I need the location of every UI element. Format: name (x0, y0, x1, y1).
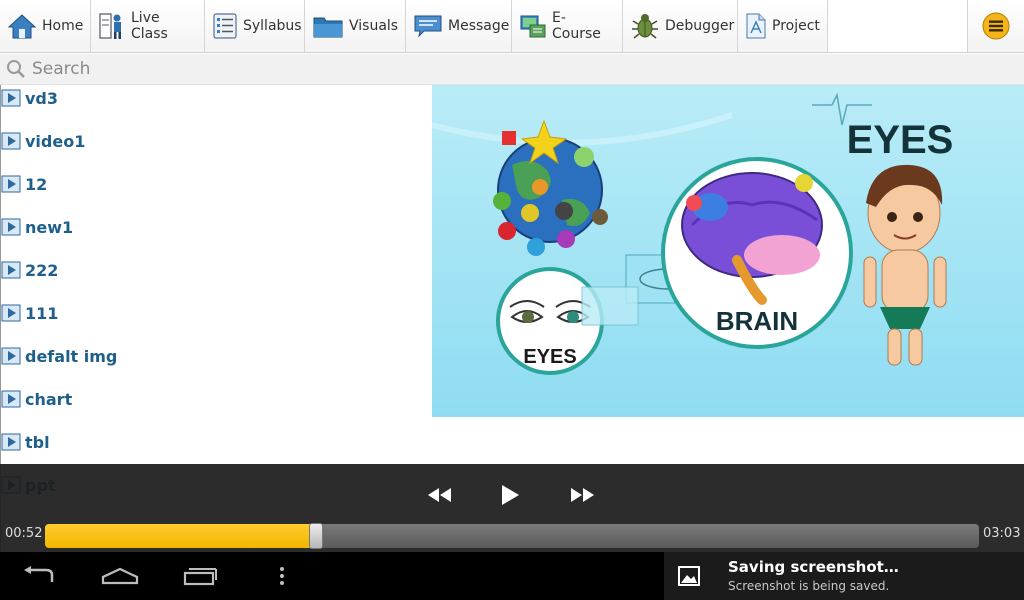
home-icon (8, 14, 36, 39)
toolbar-visuals-button[interactable]: Visuals (305, 0, 406, 52)
hamburger-icon (982, 12, 1010, 40)
toolbar-debugger-label: Debugger (665, 18, 735, 34)
elapsed-time: 00:52 (5, 526, 43, 541)
file-item[interactable]: 111 (1, 301, 58, 325)
toolbar-ecourse-label: E-Course (552, 10, 601, 42)
video-file-icon (1, 261, 21, 279)
file-item[interactable]: vd3 (1, 86, 58, 110)
screenshot-notification[interactable]: Saving screenshot… Screenshot is being s… (664, 552, 1024, 600)
menu-button[interactable] (967, 0, 1024, 52)
play-button[interactable] (492, 482, 528, 508)
presenter-icon (99, 13, 121, 39)
file-item-name: video1 (25, 131, 86, 151)
eyes-circle-label: EYES (523, 346, 576, 368)
folder-icon (313, 17, 343, 38)
toolbar-home-label: Home (42, 18, 84, 34)
toolbar-syllabus-label: Syllabus (243, 18, 302, 34)
file-item-name: 222 (25, 260, 59, 280)
back-icon (24, 566, 54, 582)
video-file-icon (1, 132, 21, 150)
video-file-icon (1, 175, 21, 193)
search-input[interactable] (32, 59, 932, 79)
file-item[interactable]: 12 (1, 172, 47, 196)
list-icon (213, 13, 237, 39)
seek-bar[interactable] (45, 523, 979, 549)
file-item-name: chart (25, 389, 73, 409)
seek-thumb[interactable] (309, 523, 323, 549)
search-bar (0, 54, 1024, 85)
toolbar-visuals-label: Visuals (349, 18, 399, 34)
document-icon (746, 13, 766, 39)
message-icon (414, 15, 442, 38)
eyes-brain-illustration: EYES BRAIN EYES (432, 92, 954, 375)
rewind-button[interactable] (422, 482, 458, 508)
toolbar-project-button[interactable]: Project (738, 0, 828, 52)
media-controller: 00:52 03:03 (0, 464, 1024, 552)
toolbar-message-button[interactable]: Message (406, 0, 512, 52)
overflow-menu-button[interactable] (272, 562, 292, 590)
rewind-icon (428, 488, 451, 502)
file-item[interactable]: new1 (1, 215, 73, 239)
toolbar-message-label: Message (448, 18, 510, 34)
toolbar-syllabus-button[interactable]: Syllabus (205, 0, 305, 52)
toolbar-live-class-button[interactable]: Live Class (91, 0, 205, 52)
file-item[interactable]: defalt img (1, 344, 117, 368)
notification-title: Saving screenshot… (728, 558, 899, 576)
home-nav-icon (101, 567, 139, 585)
video-file-icon (1, 89, 21, 107)
file-item[interactable]: chart (1, 387, 72, 411)
toolbar-live-class-label: Live Class (131, 10, 168, 42)
video-file-icon (1, 218, 21, 236)
file-item-name: tbl (25, 432, 50, 452)
file-item-name: defalt img (25, 346, 118, 366)
file-item-name: 12 (25, 174, 48, 194)
file-item[interactable]: video1 (1, 129, 85, 153)
notification-subtitle: Screenshot is being saved. (728, 579, 890, 593)
video-file-icon (1, 433, 21, 451)
brain-circle-graphic: BRAIN (661, 157, 853, 349)
play-icon (502, 485, 519, 505)
brain-label: BRAIN (716, 306, 798, 336)
system-navigation-bar: Saving screenshot… Screenshot is being s… (0, 552, 1024, 600)
ecourse-icon (520, 15, 546, 38)
file-item[interactable]: tbl (1, 430, 50, 454)
image-icon (678, 566, 700, 586)
top-toolbar: Home Live Class Syllabus Visuals Message… (0, 0, 1024, 53)
recent-apps-icon (183, 568, 217, 586)
toolbar-project-label: Project (772, 18, 820, 34)
fast-forward-button[interactable] (564, 482, 600, 508)
video-preview[interactable]: EYES BRAIN EYES (432, 85, 1024, 417)
recent-apps-button[interactable] (180, 562, 220, 590)
video-file-icon (1, 347, 21, 365)
file-item-name: vd3 (25, 88, 59, 108)
total-duration: 03:03 (983, 526, 1021, 541)
eyes-heading: EYES (847, 118, 954, 162)
video-file-icon (1, 390, 21, 408)
file-item-name: 111 (25, 303, 59, 323)
search-icon (7, 60, 25, 78)
boy-figure-graphic (863, 164, 947, 366)
overflow-menu-icon (280, 567, 284, 585)
toolbar-debugger-button[interactable]: Debugger (623, 0, 738, 52)
home-nav-button[interactable] (100, 562, 140, 590)
back-button[interactable] (20, 562, 60, 590)
file-item[interactable]: 222 (1, 258, 58, 282)
bug-icon (632, 14, 658, 39)
file-item-name: new1 (25, 217, 74, 237)
video-file-icon (1, 304, 21, 322)
toolbar-home-button[interactable]: Home (0, 0, 91, 52)
seek-progress-fill (45, 524, 316, 548)
toolbar-ecourse-button[interactable]: E-Course (512, 0, 623, 52)
fast-forward-icon (571, 488, 594, 502)
